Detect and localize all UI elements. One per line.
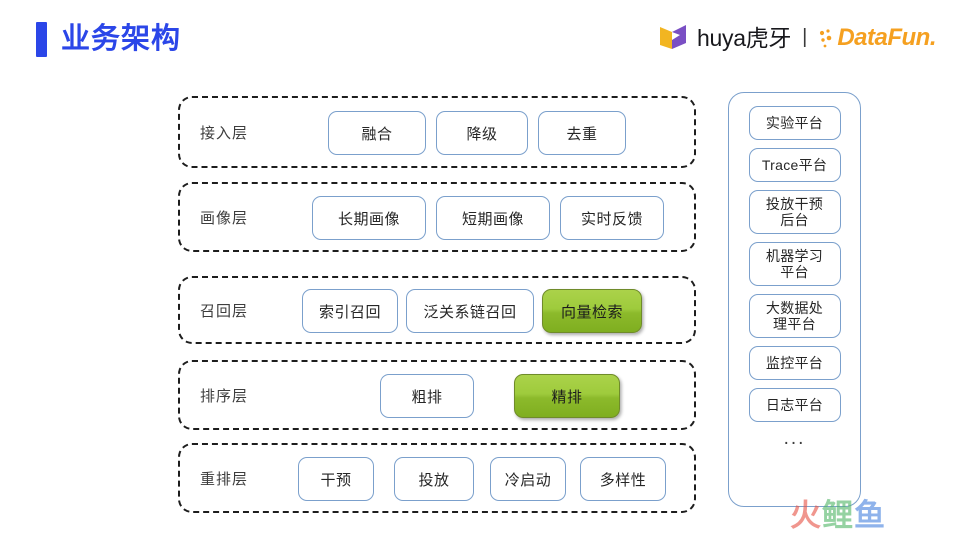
- layer-node[interactable]: 精排: [514, 374, 620, 418]
- huya-logo-text: huya虎牙: [697, 24, 792, 51]
- layer-node[interactable]: 融合: [328, 111, 426, 155]
- layer-row: 排序层 粗排 精排: [178, 360, 696, 430]
- datafun-dots-icon: [820, 29, 832, 48]
- platform-item[interactable]: 机器学习 平台: [748, 242, 841, 286]
- layer-row: 重排层 干预 投放 冷启动 多样性: [178, 443, 696, 513]
- layer-node[interactable]: 长期画像: [312, 196, 426, 240]
- platform-item[interactable]: 日志平台: [748, 388, 841, 422]
- layer-node-group: 融合 降级 去重: [180, 98, 694, 166]
- platform-item[interactable]: 投放干预 后台: [748, 190, 841, 234]
- layer-node-group: 干预 投放 冷启动 多样性: [180, 445, 694, 511]
- layer-node-group: 长期画像 短期画像 实时反馈: [180, 184, 694, 250]
- logo-area: huya虎牙 | DataFun.: [658, 20, 936, 56]
- watermark-char-3: 鱼: [854, 498, 886, 533]
- layer-node[interactable]: 多样性: [580, 457, 666, 501]
- page-title: 业务架构: [61, 23, 182, 55]
- huya-mark-icon: [660, 25, 687, 49]
- layer-node[interactable]: 投放: [394, 457, 474, 501]
- layer-node[interactable]: 粗排: [380, 374, 474, 418]
- page-title-group: 业务架构: [36, 22, 181, 57]
- layer-node-group: 索引召回 泛关系链召回 向量检索: [180, 278, 694, 342]
- layer-row: 画像层 长期画像 短期画像 实时反馈: [178, 182, 696, 252]
- platform-item[interactable]: Trace平台: [748, 148, 841, 182]
- platform-ellipsis: ...: [783, 428, 806, 449]
- layer-row: 召回层 索引召回 泛关系链召回 向量检索: [178, 276, 696, 344]
- platform-item-list: 实验平台 Trace平台投放干预 后台 机器学习 平台 大数据处 理平台监控平台日志平台: [748, 106, 841, 422]
- platform-item[interactable]: 大数据处 理平台: [748, 294, 841, 338]
- datafun-logo: DataFun.: [818, 26, 936, 50]
- platform-item[interactable]: 实验平台: [748, 106, 841, 140]
- page-header: 业务架构 huya虎牙 | DataFun.: [0, 0, 960, 76]
- layer-node[interactable]: 泛关系链召回: [406, 289, 534, 333]
- layer-node[interactable]: 去重: [538, 111, 626, 155]
- platform-item[interactable]: 监控平台: [748, 346, 841, 380]
- layer-node[interactable]: 索引召回: [302, 289, 398, 333]
- layer-node-group: 粗排 精排: [180, 362, 694, 428]
- title-accent-bar: [36, 22, 47, 57]
- platform-panel: 实验平台 Trace平台投放干预 后台 机器学习 平台 大数据处 理平台监控平台日志平台 .…: [728, 92, 861, 507]
- watermark-char-1: 火: [790, 498, 822, 533]
- datafun-logo-text: DataFun.: [837, 24, 936, 51]
- layer-node[interactable]: 实时反馈: [560, 196, 664, 240]
- layer-node[interactable]: 干预: [298, 457, 374, 501]
- huya-logo: huya虎牙: [658, 23, 791, 53]
- layer-node[interactable]: 向量检索: [542, 289, 642, 333]
- logo-separator: |: [802, 26, 808, 48]
- watermark: 火鲤鱼: [790, 500, 886, 531]
- watermark-char-2: 鲤: [822, 498, 854, 533]
- layer-node[interactable]: 冷启动: [490, 457, 566, 501]
- layer-node[interactable]: 短期画像: [436, 196, 550, 240]
- layer-row: 接入层 融合 降级 去重: [178, 96, 696, 168]
- layer-node[interactable]: 降级: [436, 111, 528, 155]
